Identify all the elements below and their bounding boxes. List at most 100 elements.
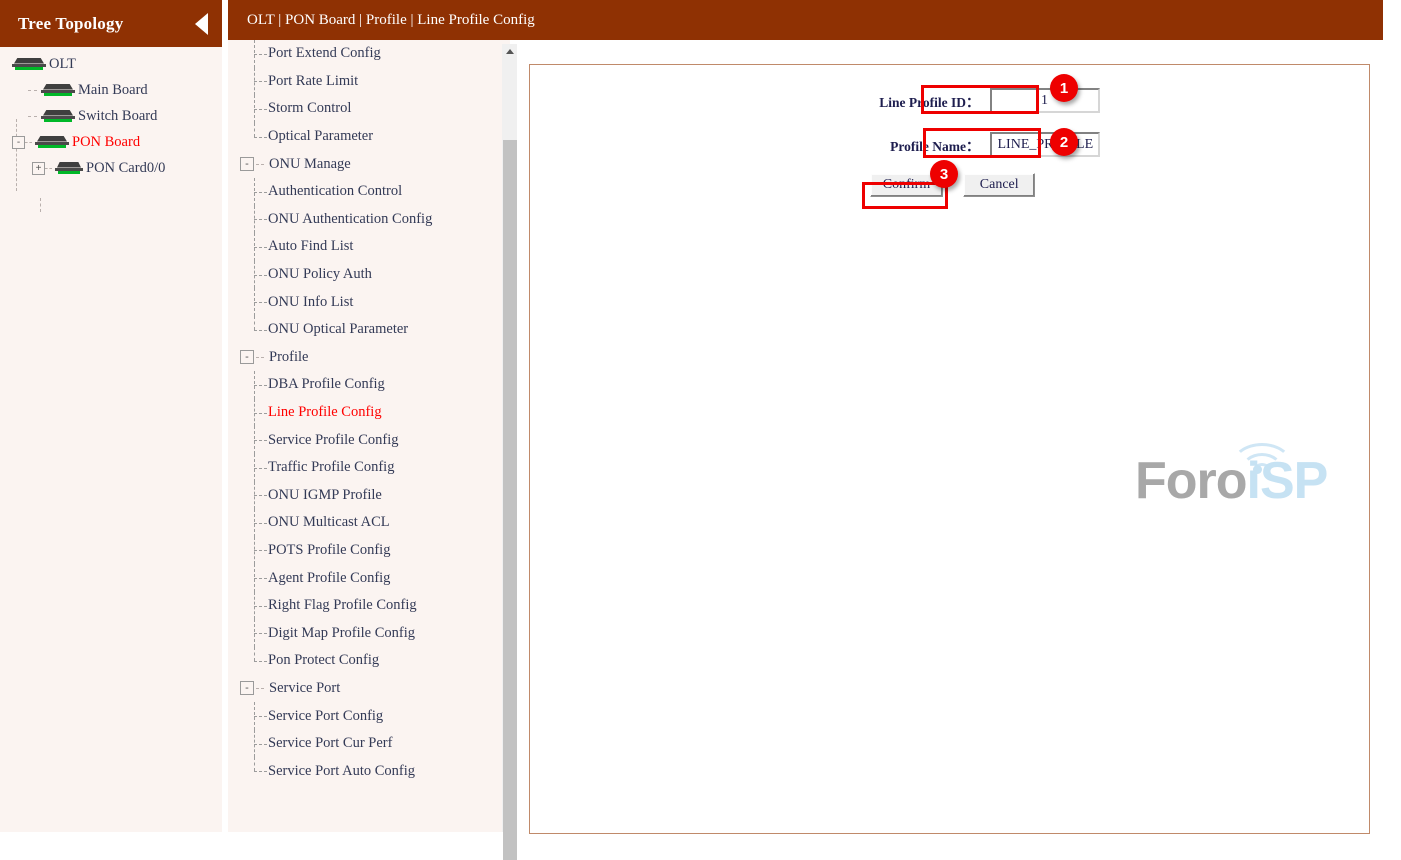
menu-item-port-extend-config[interactable]: Port Extend Config — [228, 40, 510, 68]
tree-item-label: OLT — [49, 55, 76, 72]
scroll-up-icon[interactable] — [503, 44, 517, 59]
menu-item-label: ONU Manage — [269, 155, 351, 172]
scrollbar-thumb[interactable] — [503, 140, 517, 860]
menu-item-port-rate-limit[interactable]: Port Rate Limit — [228, 67, 510, 96]
menu-scrollbar[interactable] — [502, 44, 517, 860]
menu-connector — [254, 412, 267, 414]
tree-item-pon-card-0-0[interactable]: + PON Card0/0 — [0, 155, 222, 181]
profile-name-input[interactable] — [989, 132, 1100, 157]
menu-item-agent-profile-config[interactable]: Agent Profile Config — [228, 564, 510, 592]
menu-connector — [254, 205, 255, 234]
menu-item-onu-authentication-config[interactable]: ONU Authentication Config — [228, 205, 510, 234]
menu-item-pots-profile-config[interactable]: POTS Profile Config — [228, 536, 510, 565]
menu-connector — [254, 398, 255, 427]
menu-item-traffic-profile-config[interactable]: Traffic Profile Config — [228, 453, 510, 482]
device-board-icon — [35, 135, 69, 149]
menu-connector — [254, 591, 255, 620]
menu-connector — [254, 729, 255, 758]
menu-item-label: ONU Multicast ACL — [268, 514, 390, 531]
menu-connector — [254, 550, 267, 552]
tree-connector — [28, 115, 37, 117]
menu-connector — [254, 260, 255, 289]
menu-connector — [254, 619, 255, 648]
menu-connector — [254, 702, 255, 730]
menu-item-label: Pon Protect Config — [268, 652, 380, 669]
menu-connector — [254, 219, 267, 221]
annotation-badge-2: 2 — [1050, 128, 1078, 156]
menu-connector — [254, 53, 267, 55]
menu-collapse-toggle[interactable]: - — [240, 157, 254, 172]
menu-item-label: Service Port — [269, 679, 341, 696]
menu-item-onu-info-list[interactable]: ONU Info List — [228, 288, 510, 316]
menu-collapse-toggle[interactable]: - — [240, 350, 254, 365]
menu-connector — [254, 329, 267, 331]
menu-item-optical-parameter[interactable]: Optical Parameter — [228, 122, 510, 151]
menu-item-service-profile-config[interactable]: Service Profile Config — [228, 426, 510, 454]
tree-item-label: PON Board — [72, 133, 141, 150]
menu-item-label: Auto Find List — [268, 238, 354, 255]
tree-expand-toggle[interactable]: + — [32, 161, 45, 175]
tree-item-pon-board[interactable]: - PON Board — [0, 129, 222, 155]
menu-item-onu-policy-auth[interactable]: ONU Policy Auth — [228, 260, 510, 289]
tree-item-olt[interactable]: OLT — [0, 51, 222, 77]
menu-connector — [256, 163, 264, 165]
menu-connector — [254, 246, 267, 248]
menu-connector — [254, 95, 255, 123]
menu-item-label: Storm Control — [268, 100, 352, 117]
device-board-icon — [41, 109, 75, 123]
menu-item-label: Port Rate Limit — [268, 72, 359, 89]
menu-item-service-port-auto-config[interactable]: Service Port Auto Config — [228, 757, 510, 785]
menu-item-label: ONU Authentication Config — [268, 210, 433, 227]
menu-item-service-port[interactable]: - Service Port — [228, 675, 510, 703]
form-row-profile-name: Profile Name： — [530, 132, 1369, 157]
tree-item-switch-board[interactable]: Switch Board — [0, 103, 222, 129]
tree-collapse-toggle[interactable]: - — [12, 135, 25, 149]
menu-item-label: POTS Profile Config — [268, 541, 391, 558]
menu-item-label: Profile — [269, 348, 309, 365]
menu-item-label: ONU Info List — [268, 293, 354, 310]
menu-item-label: Authentication Control — [268, 183, 403, 200]
cancel-button[interactable]: Cancel — [963, 173, 1036, 197]
menu-connector — [254, 536, 255, 565]
menu-item-dba-profile-config[interactable]: DBA Profile Config — [228, 371, 510, 399]
menu-item-service-port-cur-perf[interactable]: Service Port Cur Perf — [228, 729, 510, 758]
menu-item-auto-find-list[interactable]: Auto Find List — [228, 233, 510, 261]
menu-item-line-profile-config[interactable]: Line Profile Config — [228, 398, 510, 427]
menu-connector — [254, 453, 255, 482]
menu-collapse-toggle[interactable]: - — [240, 681, 254, 696]
menu-connector — [254, 315, 255, 330]
menu-connector — [254, 191, 267, 193]
menu-item-onu-manage[interactable]: - ONU Manage — [228, 150, 510, 178]
menu-connector — [254, 522, 267, 524]
menu-connector — [254, 771, 267, 773]
device-olt-icon — [12, 57, 46, 71]
menu-connector — [256, 356, 264, 358]
menu-item-service-port-config[interactable]: Service Port Config — [228, 702, 510, 730]
topology-tree: OLT Main Board Switch Board - PON Board … — [0, 47, 222, 836]
menu-connector — [254, 40, 255, 68]
menu-item-label: ONU IGMP Profile — [268, 486, 382, 503]
menu-connector — [254, 426, 255, 454]
menu-item-profile[interactable]: - Profile — [228, 344, 510, 372]
menu-connector — [254, 660, 267, 662]
line-profile-id-label: Line Profile ID： — [879, 94, 980, 110]
tree-connector — [45, 167, 52, 169]
tree-item-label: Main Board — [78, 81, 148, 98]
menu-item-onu-multicast-acl[interactable]: ONU Multicast ACL — [228, 509, 510, 537]
menu-item-storm-control[interactable]: Storm Control — [228, 95, 510, 123]
tree-item-main-board[interactable]: Main Board — [0, 77, 222, 103]
menu-connector — [254, 384, 267, 386]
menu-item-authentication-control[interactable]: Authentication Control — [228, 177, 510, 206]
menu-connector — [254, 509, 255, 537]
triangle-left-icon[interactable] — [195, 12, 208, 35]
menu-item-digit-map-profile-config[interactable]: Digit Map Profile Config — [228, 619, 510, 648]
menu-connector — [254, 371, 255, 399]
device-board-icon — [41, 83, 75, 97]
tree-item-label: PON Card0/0 — [86, 159, 166, 176]
menu-connector — [254, 177, 255, 206]
menu-item-onu-optical-parameter[interactable]: ONU Optical Parameter — [228, 315, 510, 344]
menu-item-onu-igmp-profile[interactable]: ONU IGMP Profile — [228, 481, 510, 510]
menu-item-right-flag-profile-config[interactable]: Right Flag Profile Config — [228, 591, 510, 620]
line-profile-id-input[interactable] — [989, 88, 1100, 113]
menu-item-pon-protect-config[interactable]: Pon Protect Config — [228, 647, 510, 675]
